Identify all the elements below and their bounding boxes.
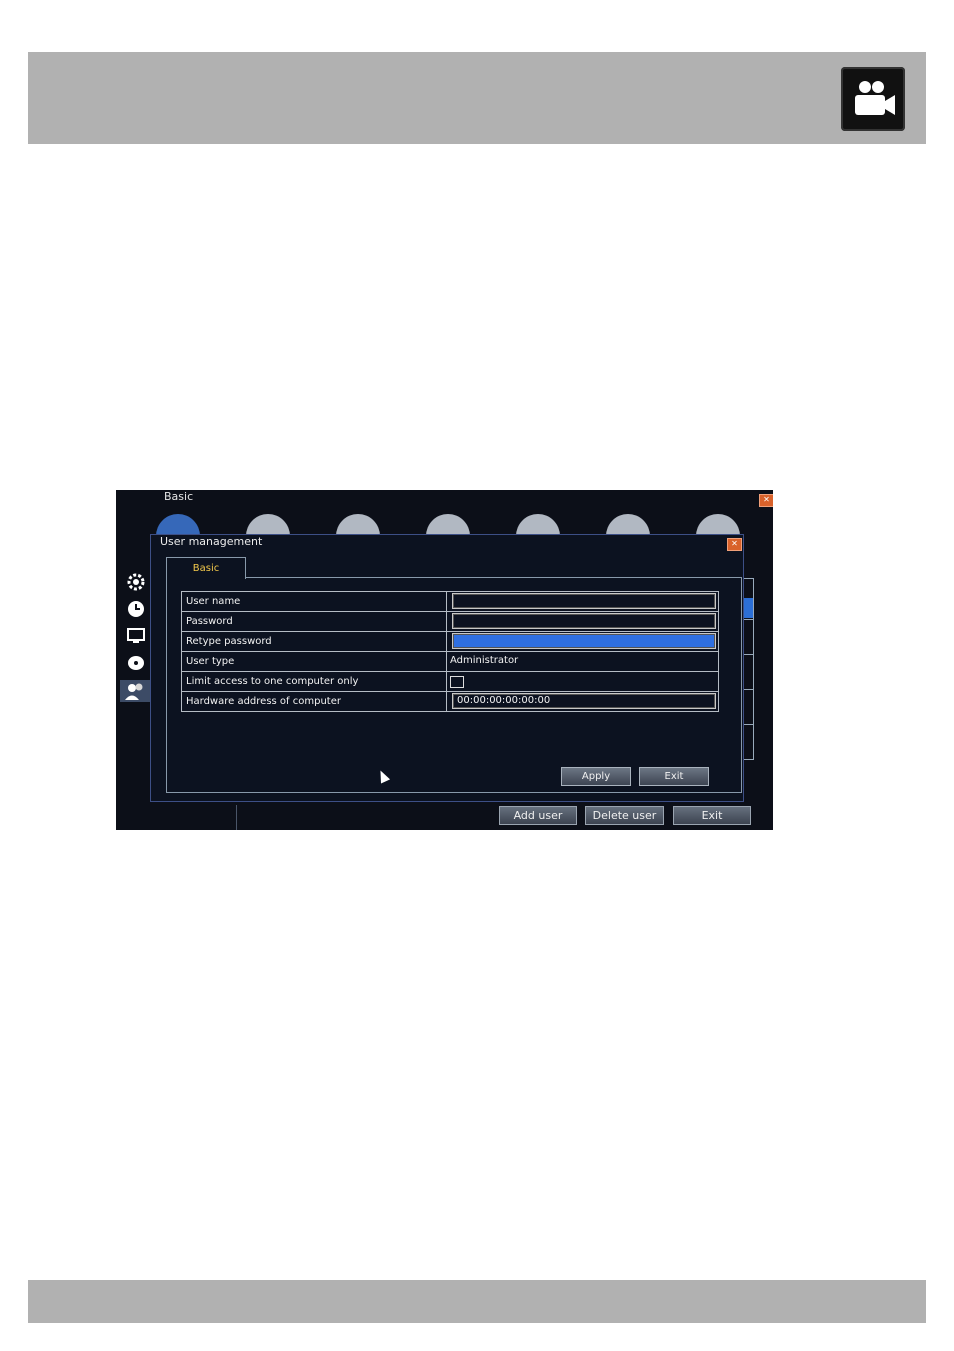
hardware-address-label: Hardware address of computer bbox=[186, 692, 447, 711]
user-type-label: User type bbox=[186, 652, 447, 671]
form-row-retype-password: Retype password bbox=[182, 632, 718, 652]
delete-user-button[interactable]: Delete user bbox=[585, 806, 664, 825]
top-menu-icon[interactable] bbox=[336, 514, 380, 536]
limit-access-label: Limit access to one computer only bbox=[186, 672, 447, 691]
form-row-limit-access: Limit access to one computer only bbox=[182, 672, 718, 692]
password-input[interactable] bbox=[452, 613, 716, 629]
form-row-password: Password bbox=[182, 612, 718, 632]
add-user-button[interactable]: Add user bbox=[499, 806, 577, 825]
hardware-address-input[interactable]: 00:00:00:00:00:00 bbox=[452, 693, 716, 709]
top-menu-icon[interactable] bbox=[606, 514, 650, 536]
form-row-hardware-address: Hardware address of computer 00:00:00:00… bbox=[182, 692, 718, 711]
clock-icon[interactable] bbox=[126, 599, 146, 619]
limit-access-checkbox[interactable] bbox=[450, 676, 464, 688]
outer-exit-button[interactable]: Exit bbox=[673, 806, 751, 825]
user-name-input[interactable] bbox=[452, 593, 716, 609]
user-type-value[interactable]: Administrator bbox=[450, 652, 518, 669]
retype-password-label: Retype password bbox=[186, 632, 447, 651]
top-menu-icon[interactable] bbox=[696, 514, 740, 536]
user-management-dialog: User management ✕ Basic User name Passwo… bbox=[150, 534, 744, 802]
user-form: User name Password Retype password User … bbox=[181, 591, 719, 712]
top-menu-icon[interactable] bbox=[516, 514, 560, 536]
monitor-icon[interactable] bbox=[126, 626, 146, 646]
users-icon[interactable] bbox=[120, 680, 150, 702]
top-menu-icons bbox=[146, 514, 756, 536]
password-label: Password bbox=[186, 612, 447, 631]
video-camera-icon bbox=[841, 67, 905, 131]
outer-user-list-selection[interactable] bbox=[743, 598, 753, 618]
disk-icon[interactable] bbox=[126, 653, 146, 673]
outer-divider bbox=[236, 805, 237, 830]
outer-close-icon[interactable]: ✕ bbox=[759, 494, 773, 507]
page-header-bar bbox=[28, 52, 926, 144]
top-menu-icon[interactable] bbox=[156, 514, 200, 536]
form-row-user-name: User name bbox=[182, 592, 718, 612]
form-row-user-type: User type Administrator bbox=[182, 652, 718, 672]
outer-window-title: Basic bbox=[164, 490, 194, 503]
user-name-label: User name bbox=[186, 592, 447, 611]
dvr-screenshot: Basic ✕ Add user Delete user Exit User m… bbox=[116, 490, 773, 830]
apply-button[interactable]: Apply bbox=[561, 767, 631, 786]
page-footer-bar bbox=[28, 1280, 926, 1323]
top-menu-icon[interactable] bbox=[426, 514, 470, 536]
top-menu-icon[interactable] bbox=[246, 514, 290, 536]
dialog-exit-button[interactable]: Exit bbox=[639, 767, 709, 786]
dialog-content: User name Password Retype password User … bbox=[166, 577, 742, 793]
tab-basic[interactable]: Basic bbox=[166, 557, 246, 579]
gear-icon[interactable] bbox=[126, 572, 146, 592]
dialog-title: User management bbox=[160, 535, 263, 548]
dialog-close-icon[interactable]: ✕ bbox=[727, 538, 742, 551]
retype-password-input[interactable] bbox=[452, 633, 716, 649]
